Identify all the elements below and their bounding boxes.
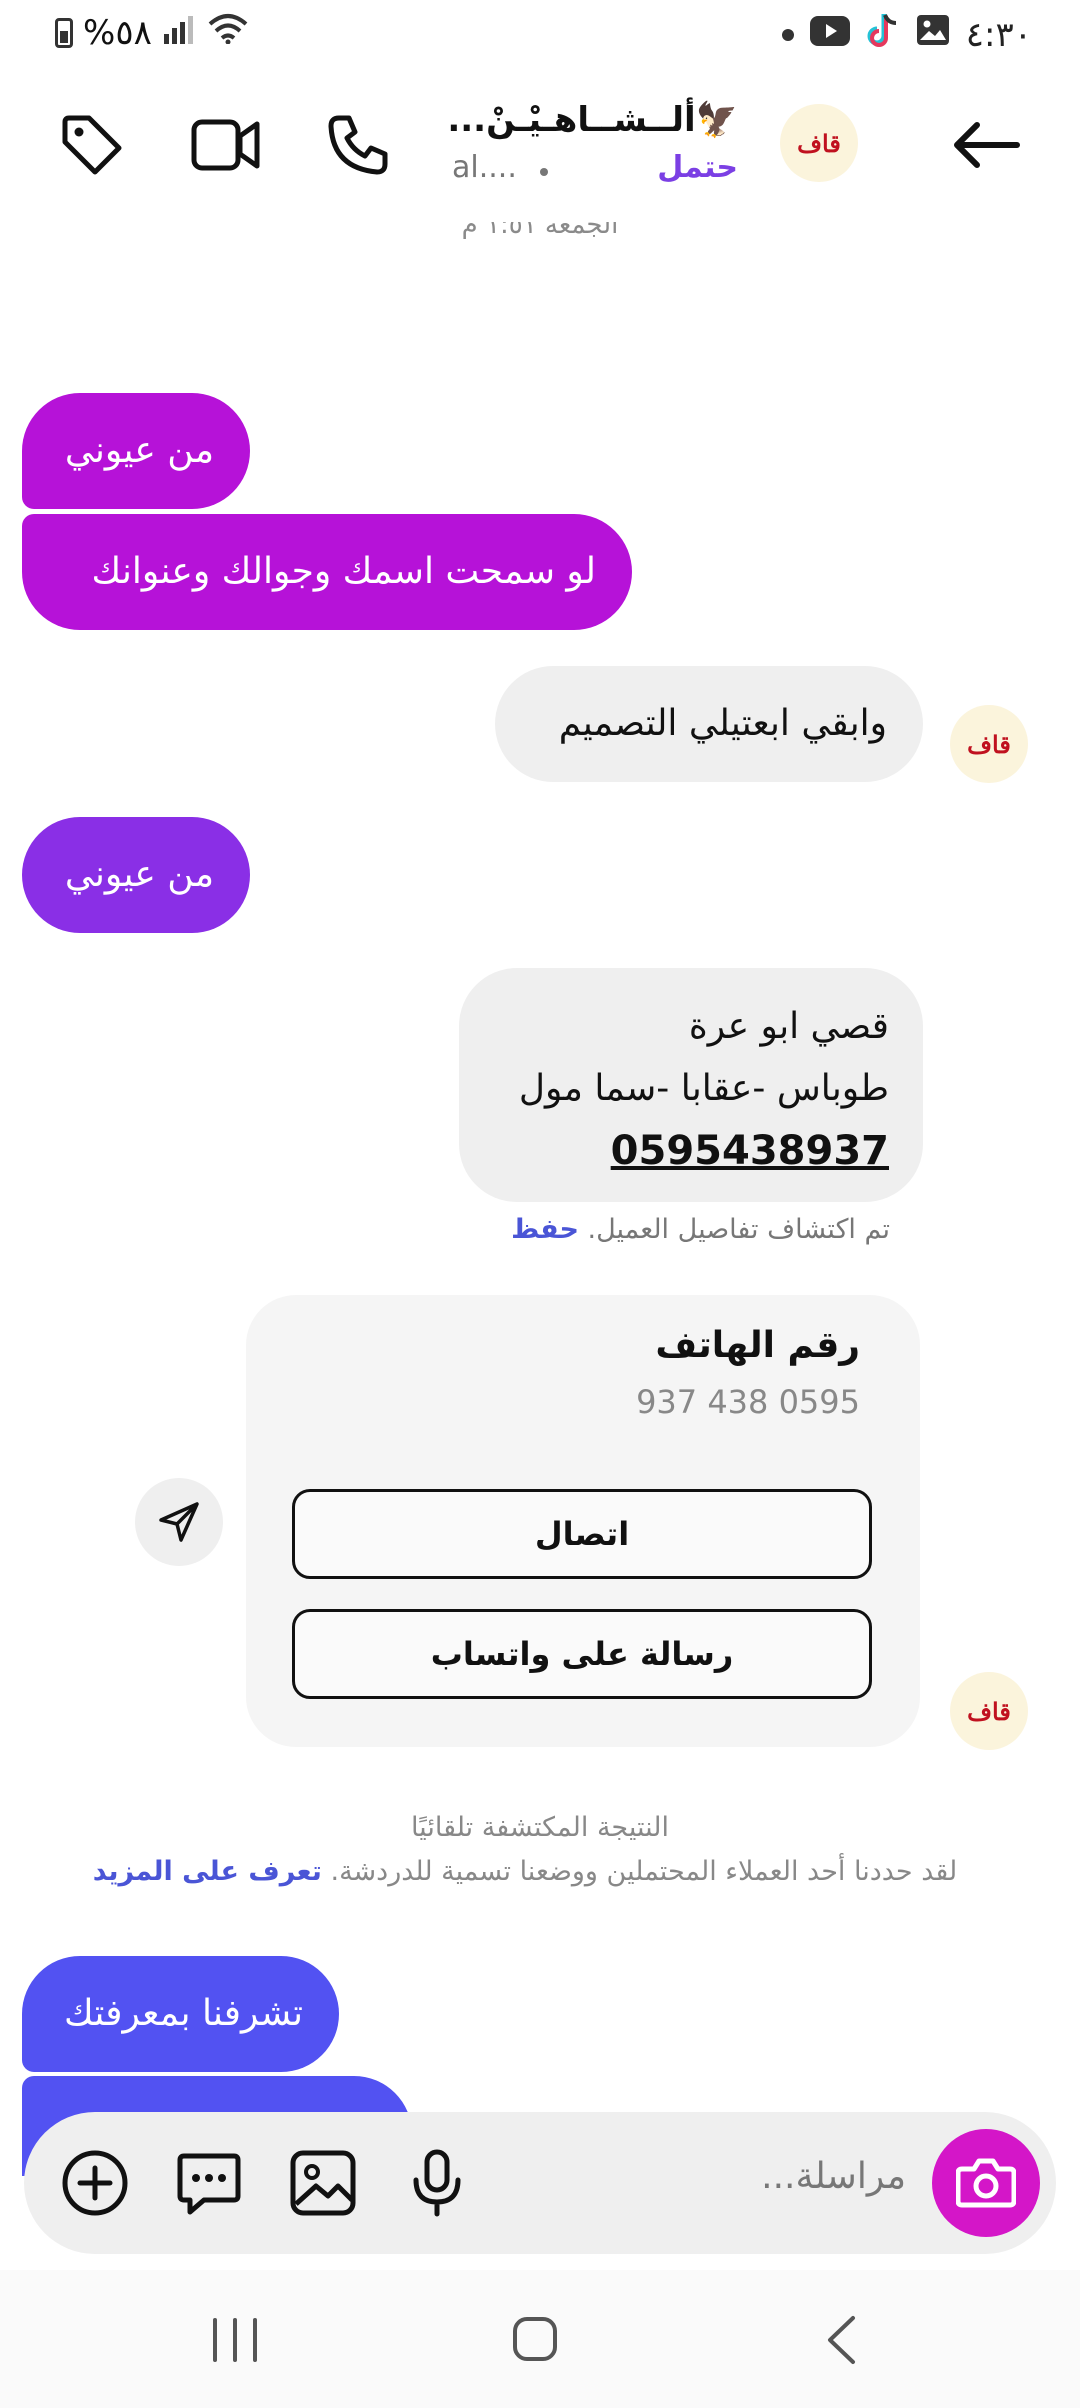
voice-call-button[interactable] bbox=[318, 105, 398, 185]
camera-button[interactable] bbox=[932, 2129, 1040, 2237]
share-button[interactable] bbox=[135, 1478, 223, 1566]
recents-icon bbox=[213, 2318, 257, 2362]
contact-avatar[interactable]: قاف bbox=[780, 104, 858, 182]
message-line: قصي ابو عرة bbox=[688, 1006, 889, 1047]
tiktok-icon bbox=[866, 12, 900, 57]
phone-number-card: رقم الهاتف 937 438 0595 اتصال رسالة على … bbox=[246, 1295, 920, 1747]
sent-message[interactable]: من عيوني bbox=[22, 817, 250, 933]
contact-username: al.... bbox=[452, 150, 517, 185]
home-icon bbox=[513, 2317, 557, 2361]
camera-icon bbox=[956, 2158, 1016, 2208]
sent-message[interactable]: من عيوني bbox=[22, 393, 250, 509]
dot-icon bbox=[781, 28, 794, 41]
gallery-icon bbox=[916, 14, 950, 55]
wifi-icon bbox=[206, 12, 250, 53]
plus-button[interactable] bbox=[60, 2148, 130, 2218]
signal-icon bbox=[162, 13, 196, 53]
contact-name: 🦅ألــشــاهـيْـنْ... bbox=[447, 100, 738, 140]
online-dot bbox=[540, 168, 548, 176]
sent-message[interactable]: تشرفنا بمعرفتك bbox=[22, 1956, 339, 2072]
message-composer: مراسلة... bbox=[24, 2112, 1056, 2254]
tag-button[interactable] bbox=[52, 105, 132, 185]
customer-detected-notice: تم اكتشاف تفاصيل العميل. حفظ bbox=[511, 1214, 890, 1245]
status-bar: ٥٨% ٤:٣٠ bbox=[0, 0, 1080, 72]
sticker-icon bbox=[177, 2153, 241, 2215]
back-button[interactable] bbox=[946, 105, 1026, 185]
mic-button[interactable] bbox=[402, 2148, 472, 2218]
sticker-button[interactable] bbox=[174, 2148, 244, 2218]
chat-header: 🦅ألــشــاهـيْـنْ... حتمل al.... قاف bbox=[0, 72, 1080, 222]
back-nav-button[interactable] bbox=[808, 2310, 878, 2370]
gallery-icon bbox=[290, 2150, 356, 2216]
battery-percent: ٥٨% bbox=[83, 12, 152, 53]
save-link[interactable]: حفظ bbox=[511, 1214, 579, 1245]
card-title: رقم الهاتف bbox=[655, 1325, 860, 1366]
recent-apps-button[interactable] bbox=[200, 2310, 270, 2370]
tag-icon bbox=[62, 115, 122, 175]
send-icon bbox=[159, 1502, 199, 1542]
sender-avatar[interactable]: قاف bbox=[950, 705, 1028, 783]
card-phone-number: 937 438 0595 bbox=[636, 1383, 860, 1421]
received-contact-message[interactable]: قصي ابو عرة طوباس -عقابا -سما مول 059543… bbox=[459, 968, 923, 1202]
back-arrow-icon bbox=[954, 122, 1020, 168]
learn-more-link[interactable]: تعرف على المزيد bbox=[93, 1856, 322, 1887]
sender-avatar[interactable]: قاف bbox=[950, 1672, 1028, 1750]
youtube-icon bbox=[809, 15, 850, 55]
sent-message[interactable]: لو سمحت اسمك وجوالك وعنوانك bbox=[22, 514, 632, 630]
contact-label: حتمل bbox=[657, 150, 738, 185]
chevron-left-icon bbox=[828, 2316, 855, 2364]
video-icon bbox=[191, 119, 260, 171]
battery-icon bbox=[55, 17, 73, 48]
phone-icon bbox=[328, 115, 388, 175]
phone-link[interactable]: 0595438937 bbox=[493, 1120, 889, 1182]
home-button[interactable] bbox=[500, 2310, 570, 2370]
mic-icon bbox=[413, 2149, 461, 2217]
video-call-button[interactable] bbox=[186, 105, 266, 185]
message-input[interactable]: مراسلة... bbox=[586, 2156, 906, 2197]
call-button[interactable]: اتصال bbox=[292, 1489, 872, 1579]
auto-detected-title: النتيجة المكتشفة تلقائيًا bbox=[410, 1812, 670, 1843]
auto-detected-text: لقد حددنا أحد العملاء المحتملين ووضعنا ت… bbox=[92, 1856, 958, 1887]
whatsapp-button[interactable]: رسالة على واتساب bbox=[292, 1609, 872, 1699]
gallery-button[interactable] bbox=[288, 2148, 358, 2218]
plus-icon bbox=[62, 2150, 128, 2216]
contact-info[interactable]: 🦅ألــشــاهـيْـنْ... حتمل al.... bbox=[440, 100, 760, 200]
message-line: طوباس -عقابا -سما مول bbox=[518, 1068, 889, 1109]
clock: ٤:٣٠ bbox=[965, 14, 1032, 55]
system-nav-bar bbox=[0, 2270, 1080, 2408]
received-message[interactable]: وابقي ابعتيلي التصميم bbox=[495, 666, 923, 782]
